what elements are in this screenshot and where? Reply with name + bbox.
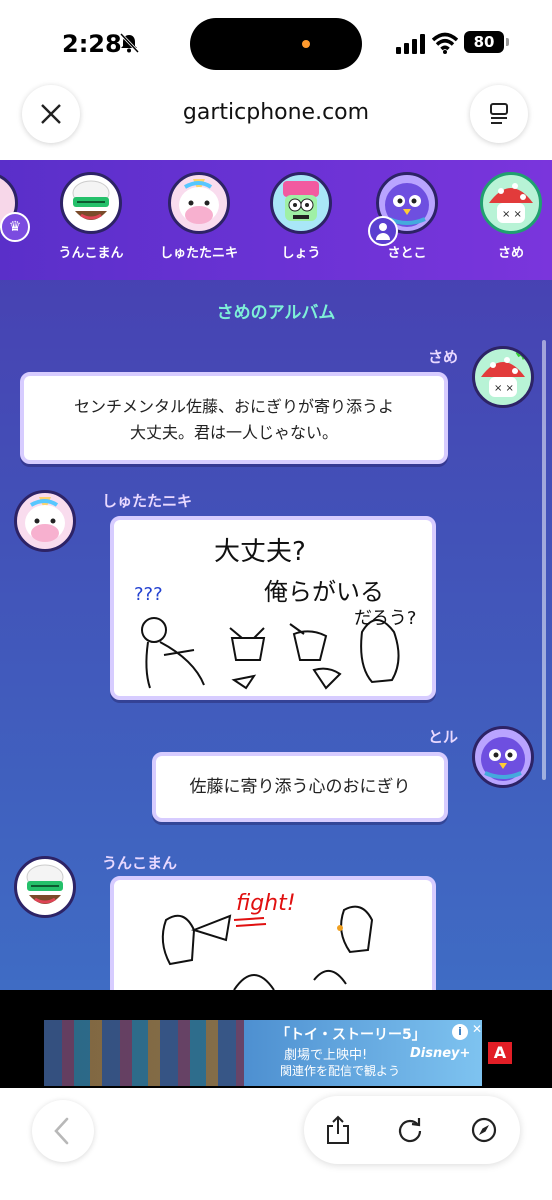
- message-text: 佐藤に寄り添う心のおにぎり: [189, 777, 411, 797]
- message-text: センチメンタル佐藤、おにぎりが寄り添うよ: [73, 397, 394, 416]
- message-avatar-unkoman: [14, 856, 76, 918]
- message-bubble-text: 佐藤に寄り添う心のおにぎり: [152, 752, 448, 822]
- player-same[interactable]: × × さめ: [467, 172, 552, 261]
- share-button[interactable]: [318, 1110, 358, 1150]
- player-name: しょう: [281, 246, 321, 261]
- avatar-shou: [270, 172, 332, 234]
- drawing-text: fight!: [236, 891, 296, 916]
- player-shou[interactable]: しょう: [257, 172, 345, 261]
- reload-button[interactable]: [390, 1110, 430, 1150]
- status-bar: 2:28 80: [0, 0, 552, 88]
- drawing-text: だろう?: [354, 608, 416, 629]
- share-icon: [327, 1115, 349, 1144]
- player-name: しゅたたニキ: [159, 246, 238, 261]
- avatar-shutataniki: [168, 172, 230, 234]
- message-drawing: 大丈夫? 俺らがいる だろう? ???: [110, 516, 436, 700]
- recording-dot: [302, 40, 310, 48]
- battery-indicator: 80: [464, 31, 509, 53]
- svg-text:× ×: × ×: [494, 383, 514, 394]
- ad-subline: 関連作を配信で観よう: [280, 1064, 401, 1078]
- message-author: しゅたたニキ: [102, 492, 193, 510]
- compass-icon: [471, 1117, 497, 1143]
- reload-icon: [398, 1118, 422, 1143]
- album-title: さめのアルバム: [216, 303, 336, 323]
- ad-headline: 「トイ・ストーリー5」: [276, 1027, 426, 1043]
- ad-banner[interactable]: 「トイ・ストーリー5」 劇場で上映中! 関連作を配信で観よう Disney+ i…: [44, 1020, 482, 1086]
- user-icon: [368, 216, 398, 246]
- crown-icon: ♛: [0, 212, 30, 242]
- page-menu-button[interactable]: [470, 85, 528, 143]
- drawing-canvas: 大丈夫? 俺らがいる だろう? ???: [134, 537, 416, 690]
- player-strip[interactable]: ♛ うんこまん しゅたたニキ しょう さとこ × × さめ: [0, 160, 552, 280]
- page-format-icon: [490, 103, 508, 124]
- bell-muted-icon: [119, 32, 140, 54]
- message-author: うんこまん: [102, 854, 178, 872]
- svg-text:× ×: × ×: [502, 209, 522, 220]
- ad-thumbnails: [44, 1020, 244, 1086]
- message-author: とル: [428, 728, 459, 746]
- message-text: 大丈夫。君は一人じゃない。: [129, 423, 338, 442]
- back-button[interactable]: [32, 1100, 94, 1162]
- ad-badge: A: [488, 1042, 512, 1064]
- chevron-left-icon: [54, 1117, 69, 1145]
- wifi-icon: [432, 32, 458, 54]
- player-name: さめ: [497, 246, 524, 261]
- ad-subline: 劇場で上映中!: [284, 1048, 368, 1063]
- avatar-unkoman: [60, 172, 122, 234]
- message-bubble-text: センチメンタル佐藤、おにぎりが寄り添うよ 大丈夫。君は一人じゃない。: [20, 372, 448, 464]
- scrollbar[interactable]: [542, 340, 546, 780]
- player-name: さとこ: [387, 246, 427, 261]
- player-unkoman[interactable]: うんこまん: [47, 172, 135, 261]
- close-icon: [41, 104, 61, 124]
- compass-button[interactable]: [464, 1110, 504, 1150]
- cellular-signal-icon: [396, 34, 425, 54]
- drawing-canvas: fight!: [161, 891, 374, 990]
- message-drawing: fight!: [110, 876, 436, 990]
- dynamic-island: [190, 18, 362, 70]
- avatar-same: × ×: [480, 172, 542, 234]
- message-avatar-toru: [472, 726, 534, 788]
- drawing-text: 大丈夫?: [214, 537, 306, 567]
- drawing-text: ???: [134, 584, 163, 605]
- toolbar-pill: [304, 1096, 520, 1164]
- player-shutataniki[interactable]: しゅたたニキ: [155, 172, 243, 261]
- ad-info-icon[interactable]: i: [452, 1024, 468, 1040]
- drawing-text: 俺らがいる: [264, 578, 384, 606]
- message-avatar-same: × ×: [472, 346, 534, 408]
- ad-brand: Disney+: [410, 1046, 471, 1061]
- player-name: うんこまん: [58, 246, 124, 261]
- game-viewport: ♛ うんこまん しゅたたニキ しょう さとこ × × さめ さめのアルバム さめ…: [0, 160, 552, 990]
- message-author: さめ: [428, 348, 459, 366]
- status-time: 2:28: [62, 30, 122, 58]
- ad-close-icon[interactable]: ✕: [472, 1022, 482, 1036]
- url-address[interactable]: garticphone.com: [150, 100, 402, 125]
- message-avatar-shutataniki: [14, 490, 76, 552]
- close-tab-button[interactable]: [22, 85, 80, 143]
